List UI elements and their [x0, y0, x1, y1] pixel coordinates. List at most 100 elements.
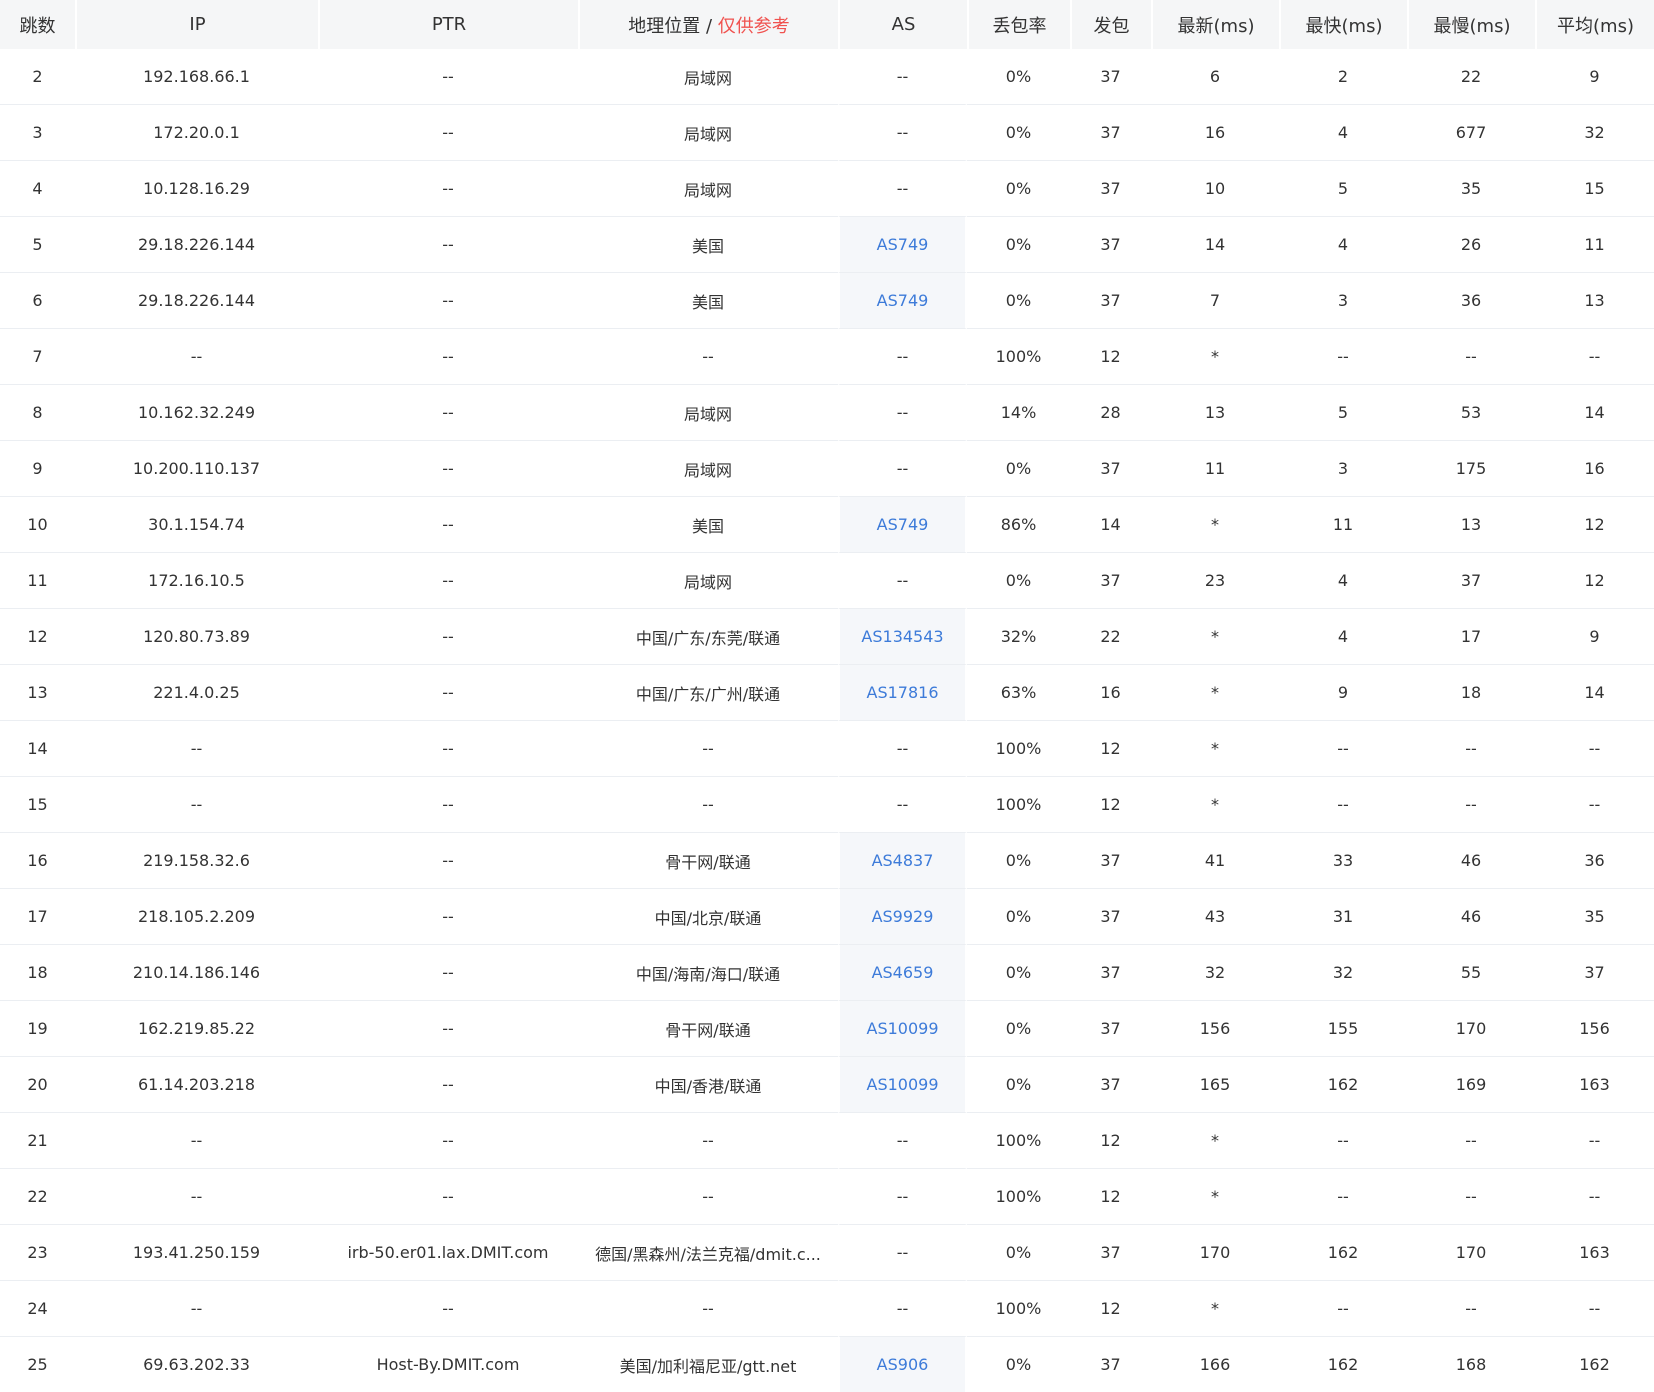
as-cell: -- — [838, 777, 967, 833]
geo-cell: -- — [578, 329, 838, 385]
ip-cell: 29.18.226.144 — [75, 273, 318, 329]
hop-cell: 21 — [0, 1113, 75, 1169]
sent-cell: 12 — [1070, 721, 1151, 777]
hop-cell: 25 — [27, 1355, 48, 1374]
avg-cell: 12 — [1535, 497, 1654, 553]
sent-cell: 12 — [1070, 1169, 1151, 1225]
as-link[interactable]: AS906 — [877, 1355, 929, 1374]
as-link[interactable]: AS4659 — [872, 963, 934, 982]
as-link[interactable]: AS749 — [877, 515, 929, 534]
ip-cell: 10.200.110.137 — [75, 441, 318, 497]
hop-cell: 19 — [0, 1001, 75, 1057]
as-value: -- — [896, 739, 909, 758]
last-cell: 6 — [1151, 49, 1279, 105]
header-worst: 最慢(ms) — [1407, 0, 1535, 49]
geo-cell: 美国 — [578, 273, 838, 329]
hop-cell: 8 — [0, 385, 75, 441]
last-cell: * — [1151, 1169, 1279, 1225]
table-row: 5 29.18.226.144 -- 美国 AS749 0% 37 14 4 26 11 — [0, 217, 1654, 273]
last-cell: 10 — [1151, 161, 1279, 217]
as-value: -- — [896, 67, 909, 86]
as-cell: AS134543 — [838, 609, 967, 665]
geo-cell: 中国/广东/广州/联通 — [578, 665, 838, 721]
worst-cell: 175 — [1407, 441, 1535, 497]
as-cell: -- — [838, 721, 967, 777]
ip-cell: 193.41.250.159 — [75, 1225, 318, 1281]
as-value: -- — [896, 1187, 909, 1206]
as-cell: -- — [838, 1281, 967, 1337]
header-as: AS — [838, 0, 967, 49]
as-link[interactable]: AS17816 — [867, 683, 939, 702]
hop-cell: 7 — [0, 329, 75, 385]
as-link[interactable]: AS10099 — [867, 1075, 939, 1094]
table-row: 13 221.4.0.25 -- 中国/广东/广州/联通 AS17816 63% 16 * 9 1… — [0, 665, 1654, 721]
hop-cell: 17 — [0, 889, 75, 945]
best-cell: 162 — [1279, 1057, 1407, 1113]
as-link[interactable]: AS10099 — [867, 1019, 939, 1038]
worst-cell: -- — [1407, 777, 1535, 833]
as-value: -- — [896, 795, 909, 814]
loss-cell: 0% — [1005, 1355, 1032, 1374]
best-cell: 162 — [1327, 1355, 1359, 1374]
last-cell: 11 — [1151, 441, 1279, 497]
avg-cell: 163 — [1535, 1225, 1654, 1281]
table-row: 11 172.16.10.5 -- 局域网 -- 0% 37 23 4 37 12 — [0, 553, 1654, 609]
hop-cell: 5 — [0, 217, 75, 273]
avg-cell: 163 — [1535, 1057, 1654, 1113]
ip-cell: -- — [75, 1169, 318, 1225]
last-cell: 13 — [1151, 385, 1279, 441]
table-row: 22 -- -- -- -- 100% 12 * -- -- -- — [0, 1169, 1654, 1225]
hop-cell: 15 — [0, 777, 75, 833]
best-cell: 2 — [1279, 49, 1407, 105]
sent-cell: 37 — [1070, 105, 1151, 161]
as-link[interactable]: AS9929 — [872, 907, 934, 926]
table-row: 23 193.41.250.159 irb-50.er01.lax.DMIT.com… — [0, 1225, 1654, 1281]
as-link[interactable]: AS749 — [877, 235, 929, 254]
loss-cell: 0% — [967, 1225, 1070, 1281]
worst-cell: -- — [1407, 721, 1535, 777]
hop-cell: 18 — [0, 945, 75, 1001]
ip-cell: -- — [75, 777, 318, 833]
best-cell: -- — [1279, 1113, 1407, 1169]
as-link[interactable]: AS4837 — [872, 851, 934, 870]
as-cell: -- — [838, 385, 967, 441]
header-geo-label: 地理位置 — [628, 15, 701, 37]
as-link[interactable]: AS749 — [877, 291, 929, 310]
header-ip: IP — [75, 0, 318, 49]
avg-cell: 13 — [1535, 273, 1654, 329]
table-row: 6 29.18.226.144 -- 美国 AS749 0% 37 7 3 36 13 — [0, 273, 1654, 329]
hop-cell: 14 — [0, 721, 75, 777]
as-link[interactable]: AS134543 — [861, 627, 943, 646]
ptr-cell: -- — [318, 49, 578, 105]
as-value: -- — [896, 1243, 909, 1262]
ptr-cell: -- — [318, 1113, 578, 1169]
loss-cell: 100% — [967, 329, 1070, 385]
hop-cell: 20 — [0, 1057, 75, 1113]
avg-cell: 35 — [1535, 889, 1654, 945]
ptr-cell: -- — [318, 609, 578, 665]
ip-cell: 29.18.226.144 — [75, 217, 318, 273]
sent-cell: 28 — [1070, 385, 1151, 441]
ip-cell: 61.14.203.218 — [75, 1057, 318, 1113]
ip-cell: 69.63.202.33 — [143, 1355, 250, 1374]
ptr-cell: -- — [318, 1169, 578, 1225]
table-row: 12 120.80.73.89 -- 中国/广东/东莞/联通 AS134543 32% 22… — [0, 609, 1654, 665]
geo-cell: 骨干网/联通 — [578, 833, 838, 889]
hop-cell: 12 — [0, 609, 75, 665]
loss-cell: 0% — [967, 1001, 1070, 1057]
worst-cell: 36 — [1407, 273, 1535, 329]
sent-cell: 37 — [1070, 833, 1151, 889]
best-cell: 4 — [1279, 553, 1407, 609]
header-geo-separator: / — [700, 15, 718, 37]
avg-cell: 11 — [1535, 217, 1654, 273]
avg-cell: -- — [1535, 721, 1654, 777]
worst-cell: -- — [1407, 1113, 1535, 1169]
best-cell: -- — [1279, 1281, 1407, 1337]
sent-cell: 37 — [1070, 441, 1151, 497]
ip-cell: 120.80.73.89 — [75, 609, 318, 665]
loss-cell: 100% — [967, 721, 1070, 777]
table-row: 8 10.162.32.249 -- 局域网 -- 14% 28 13 5 53 14 — [0, 385, 1654, 441]
worst-cell: 168 — [1455, 1355, 1487, 1374]
table-row: 9 10.200.110.137 -- 局域网 -- 0% 37 11 3 175 16 — [0, 441, 1654, 497]
avg-cell: 156 — [1535, 1001, 1654, 1057]
